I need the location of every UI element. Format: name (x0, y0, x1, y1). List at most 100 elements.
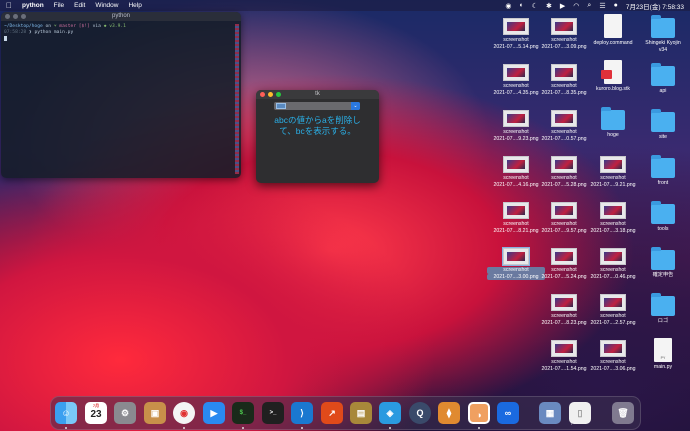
terminal-scrollbar[interactable] (235, 24, 239, 174)
control-center-icon[interactable]: ☰ (599, 2, 605, 10)
desktop-folder-tools[interactable]: tools (637, 201, 689, 233)
desktop-folder-hoge[interactable]: hoge (587, 107, 639, 139)
activity-icon[interactable]: ↗ (321, 402, 343, 424)
desktop-file[interactable]: screenshot 2021-07....8.35.png (538, 64, 590, 96)
archive-icon[interactable]: ▤ (350, 402, 372, 424)
tk-option-menu[interactable]: ⌄ (274, 102, 360, 110)
finder-icon[interactable]: ☺ (55, 402, 77, 424)
terminal-icon[interactable]: $_ (232, 402, 254, 424)
chevron-down-icon[interactable]: ⌄ (351, 102, 360, 110)
dock: ☺ 7月 23 ⚙ ▣ ◉ ▶ $_ >_ ⟩ ↗ ▤ ◈ Q ⧫ ◑ ∞ ▦ ▯… (50, 396, 641, 430)
desktop-file-deploy[interactable]: deploy.command (587, 14, 639, 47)
prompt-via: via (92, 24, 101, 29)
chrome-icon[interactable]: ◉ (173, 402, 195, 424)
tk-label-line1: abcの値からaを削除し (274, 115, 361, 125)
running-indicator (65, 427, 67, 429)
menu-window[interactable]: Window (95, 2, 118, 9)
tk-label: abcの値からaを削除し て、bcを表示する。 (262, 115, 373, 137)
file-name: main.py (653, 364, 673, 370)
siri-icon[interactable]: ● (614, 2, 618, 9)
tk-titlebar[interactable]: tk (256, 90, 379, 99)
desktop-folder-front[interactable]: front (637, 155, 689, 187)
screenshot-thumbnail-icon (551, 202, 577, 219)
folder-name: api (659, 88, 667, 94)
desktop-file[interactable]: screenshot 2021-07....5.14.png (490, 18, 542, 50)
folder-name: ロゴ (657, 318, 669, 324)
desktop-file[interactable]: screenshot 2021-07....3.18.png (587, 202, 639, 234)
desktop-file[interactable]: screenshot 2021-07....0.46.png (587, 248, 639, 280)
trash-icon[interactable]: 🗑 (612, 402, 634, 424)
tk-title: tk (315, 91, 320, 97)
contacts-icon[interactable]: ▣ (144, 402, 166, 424)
desktop-file[interactable]: screenshot 2021-07....8.21.png (490, 202, 542, 234)
screenshot-thumbnail-icon (503, 156, 529, 173)
file-name-sub: 2021-07....8.35.png (541, 89, 587, 96)
vscode-icon[interactable]: ⟩ (291, 402, 313, 424)
terminal-command: python main.py (34, 30, 74, 35)
screenshot-thumbnail-icon (600, 294, 626, 311)
desktop-file[interactable]: screenshot 2021-07....1.54.png (538, 340, 590, 372)
prompt-on: on (45, 24, 52, 29)
menu-edit[interactable]: Edit (74, 2, 85, 9)
infinity-icon[interactable]: ∞ (497, 402, 519, 424)
folder-icon (651, 15, 675, 38)
status-app-icon[interactable]: ◉ (505, 2, 511, 10)
document-icon[interactable]: ▯ (569, 402, 591, 424)
menu-file[interactable]: File (54, 2, 64, 9)
desktop-folder-shingeki[interactable]: Shingeki Kyojin v34 (637, 15, 689, 53)
desktop-file[interactable]: screenshot 2021-07....2.57.png (587, 294, 639, 326)
wifi-icon[interactable]: ◠ (573, 2, 579, 10)
desktop-file[interactable]: screenshot 2021-07....0.57.png (538, 110, 590, 142)
desktop-file[interactable]: screenshot 2021-07....3.06.png (587, 340, 639, 372)
desktop-file-kuroro[interactable]: kuroro.blog.stk (587, 60, 639, 93)
quicktime-icon[interactable]: Q (409, 402, 431, 424)
folder-icon (651, 293, 675, 316)
desktop-file[interactable]: screenshot 2021-07....4.35.png (490, 64, 542, 96)
sourcetree-icon[interactable]: ⧫ (438, 402, 460, 424)
python-file-icon (654, 338, 672, 362)
desktop-folder-tax[interactable]: 確定申告 (637, 247, 689, 279)
desktop-file[interactable]: screenshot 2021-07....9.57.png (538, 202, 590, 234)
status-theme-icon[interactable]: ☾ (532, 2, 538, 10)
search-icon[interactable]: ⌕ (587, 2, 591, 10)
desktop-folder-logo[interactable]: ロゴ (637, 293, 689, 325)
status-play-icon[interactable]: ▶ (560, 2, 565, 10)
desktop-file[interactable]: screenshot 2021-07....9.21.png (587, 156, 639, 188)
desktop-file[interactable]: screenshot 2021-07....9.23.png (490, 110, 542, 142)
terminal2-icon[interactable]: >_ (262, 402, 284, 424)
menubar-clock[interactable]: 7月23日(金) 7:58:33 (626, 1, 684, 11)
file-name-sub: 2021-07....5.14.png (493, 43, 539, 50)
preview-icon[interactable]: ▦ (539, 402, 561, 424)
desktop-file[interactable]: screenshot 2021-07....8.23.png (538, 294, 590, 326)
tk-window[interactable]: tk ⌄ abcの値からaを削除し て、bcを表示する。 (256, 90, 379, 183)
prompt-version: v3.9.1 (109, 24, 126, 29)
screenshot-thumbnail-icon (551, 18, 577, 35)
desktop-file-main-py[interactable]: main.py (637, 338, 689, 371)
dbeaver-icon[interactable]: ◑ (468, 402, 490, 424)
terminal-content[interactable]: ~/Desktop/hoge on ⑂ master [$!] via ◆ v3… (1, 21, 241, 46)
screenshot-thumbnail-icon (600, 340, 626, 357)
apple-menu-icon[interactable]:  (6, 1, 14, 10)
status-input-icon[interactable]: ◐ (520, 2, 524, 9)
file-name-sub: 2021-07....9.21.png (590, 181, 636, 188)
terminal-titlebar[interactable]: python (1, 12, 241, 21)
docker-icon[interactable]: ◈ (379, 402, 401, 424)
desktop-file[interactable]: screenshot 2021-07....5.28.png (538, 156, 590, 188)
calendar-icon[interactable]: 7月 23 (85, 402, 107, 424)
desktop-file[interactable]: screenshot 2021-07....5.24.png (538, 248, 590, 280)
menu-help[interactable]: Help (128, 2, 141, 9)
terminal-window[interactable]: python ~/Desktop/hoge on ⑂ master [$!] v… (1, 12, 241, 178)
system-preferences-icon[interactable]: ⚙ (114, 402, 136, 424)
status-bluetooth-icon[interactable]: ✱ (546, 2, 552, 10)
desktop-file[interactable]: screenshot 2021-07....3.09.png (538, 18, 590, 50)
menu-app-name[interactable]: python (22, 2, 44, 9)
zoom-icon[interactable]: ▶ (203, 402, 225, 424)
screenshot-thumbnail-icon (551, 64, 577, 81)
desktop-folder-api[interactable]: api (637, 63, 689, 95)
folder-icon (651, 155, 675, 178)
screenshot-thumbnail-icon (502, 247, 530, 266)
desktop-file-selected[interactable]: screenshot 2021-07....3.00.png (487, 247, 545, 280)
tk-option-image-icon (276, 103, 286, 109)
desktop-folder-site[interactable]: site (637, 109, 689, 141)
desktop-file[interactable]: screenshot 2021-07....4.16.png (490, 156, 542, 188)
